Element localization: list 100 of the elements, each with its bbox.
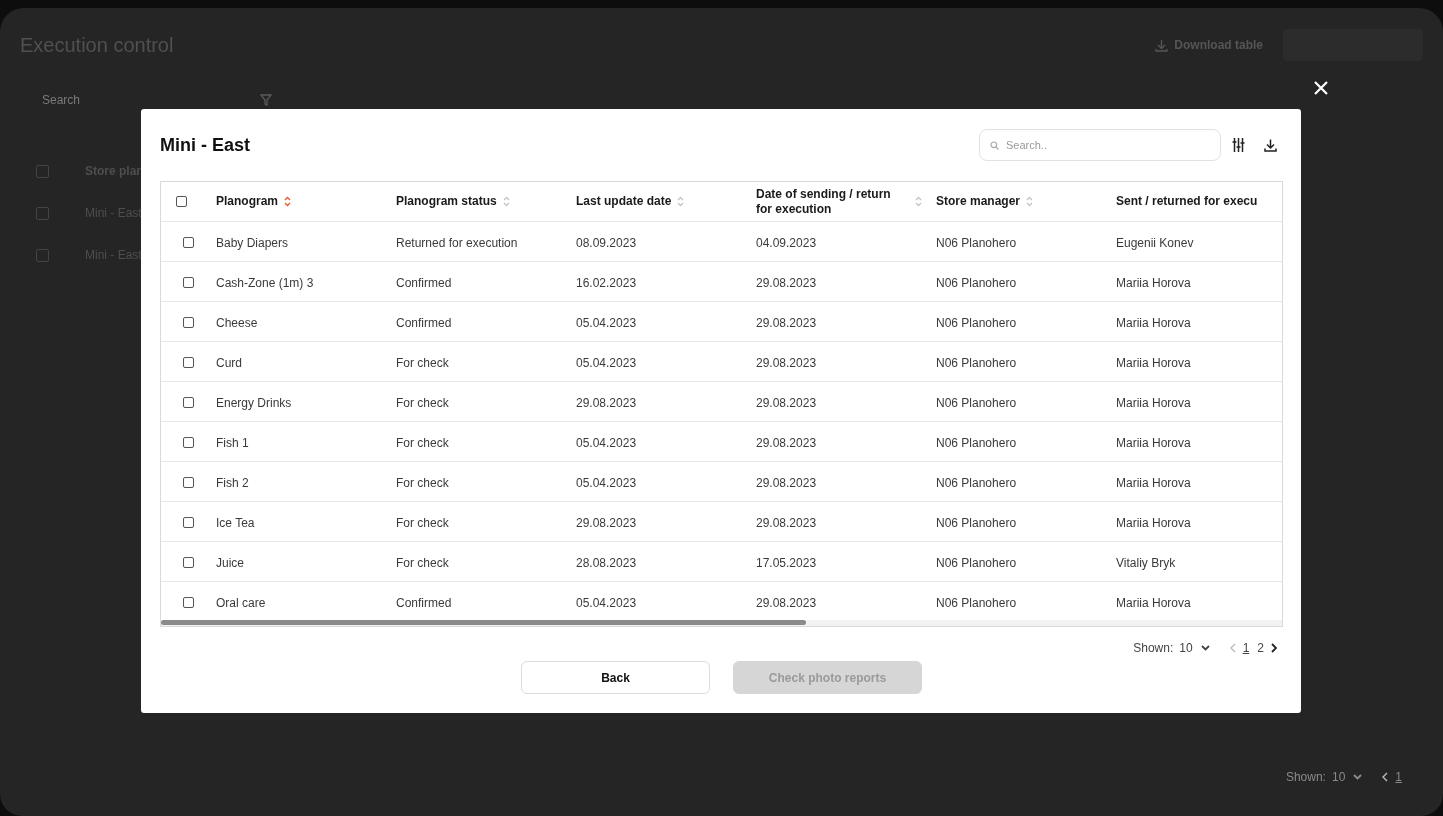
table-cell: Fish 2 (216, 475, 249, 490)
download-icon (1155, 38, 1169, 52)
table-cell: For check (396, 515, 449, 530)
table-cell: 17.05.2023 (756, 555, 817, 570)
table-cell: For check (396, 475, 449, 490)
page-size-select[interactable]: 10 (1179, 641, 1210, 655)
search-icon (990, 140, 999, 150)
column-header[interactable]: Sent / returned for execu (1116, 194, 1258, 209)
table-cell: 29.08.2023 (756, 315, 817, 330)
table-cell: N06 Planohero (936, 275, 1017, 290)
table-cell: Eugenii Konev (1116, 235, 1194, 250)
table-cell: 05.04.2023 (576, 475, 637, 490)
table-cell: Cheese (216, 315, 258, 330)
close-icon[interactable] (1313, 80, 1329, 96)
table-cell: Mariia Horova (1116, 435, 1191, 450)
chevron-down-icon (1353, 774, 1363, 780)
checkbox[interactable] (183, 357, 194, 368)
table-cell: Mariia Horova (1116, 275, 1191, 290)
table-cell: Cash-Zone (1m) 3 (216, 275, 314, 290)
table-cell: For check (396, 395, 449, 410)
table-cell: Mariia Horova (1116, 395, 1191, 410)
table-cell: N06 Planohero (936, 435, 1017, 450)
chevron-down-icon (1200, 645, 1210, 651)
page-link[interactable]: 2 (1256, 641, 1265, 655)
table-cell: N06 Planohero (936, 595, 1017, 610)
page-link[interactable]: 1 (1241, 641, 1251, 655)
table-cell: Fish 1 (216, 435, 249, 450)
checkbox[interactable] (183, 277, 194, 288)
table-cell: 29.08.2023 (756, 475, 817, 490)
table-cell: Energy Drinks (216, 395, 292, 410)
table-cell: 29.08.2023 (756, 435, 817, 450)
table-cell: N06 Planohero (936, 355, 1017, 370)
checkbox[interactable] (183, 597, 194, 608)
table-cell: N06 Planohero (936, 475, 1017, 490)
table-cell: 29.08.2023 (576, 515, 637, 530)
column-header[interactable]: Planogram status (396, 194, 497, 209)
table-cell: N06 Planohero (936, 315, 1017, 330)
table-cell: 29.08.2023 (756, 515, 817, 530)
table-cell: 29.08.2023 (756, 355, 817, 370)
table-cell: 29.08.2023 (756, 395, 817, 410)
table-cell: Ice Tea (216, 515, 255, 530)
table-cell: Baby Diapers (216, 235, 289, 250)
search-placeholder: Search.. (1006, 139, 1047, 151)
sliders-icon[interactable] (1232, 138, 1245, 152)
table-cell: N06 Planohero (936, 515, 1017, 530)
download-icon[interactable] (1264, 138, 1277, 152)
table-cell: Confirmed (396, 275, 452, 290)
checkbox[interactable] (183, 477, 194, 488)
column-header[interactable]: Planogram (216, 194, 278, 209)
table-cell: N06 Planohero (936, 235, 1017, 250)
column-header[interactable]: Store manager (936, 194, 1021, 209)
modal-title: Mini - East (160, 134, 251, 156)
checkbox[interactable] (36, 206, 49, 220)
table-cell: Confirmed (396, 595, 452, 610)
checkbox[interactable] (183, 237, 194, 248)
table-cell: 28.08.2023 (576, 555, 637, 570)
table-cell: For check (396, 555, 449, 570)
checkbox[interactable] (36, 248, 49, 262)
table-cell: 05.04.2023 (576, 315, 637, 330)
page-size-select[interactable]: 10 (1331, 770, 1363, 784)
table-cell: 29.08.2023 (576, 395, 637, 410)
table-cell: 16.02.2023 (576, 275, 637, 290)
shown-label: Shown: (1133, 641, 1174, 655)
column-header[interactable]: Last update date (576, 194, 672, 209)
table-cell: Mariia Horova (1116, 315, 1191, 330)
table-cell: 05.04.2023 (576, 355, 637, 370)
table-cell: 08.09.2023 (576, 235, 637, 250)
sort-icon[interactable] (284, 196, 291, 207)
chevron-left-icon[interactable] (1382, 772, 1389, 782)
chevron-right-icon[interactable] (1271, 643, 1277, 653)
table-cell: Returned for execution (396, 235, 518, 250)
table-cell: For check (396, 355, 449, 370)
checkbox[interactable] (183, 397, 194, 408)
page-link[interactable]: 1 (1394, 770, 1403, 784)
table-cell: Mariia Horova (1116, 595, 1191, 610)
table-cell: Vitaliy Bryk (1116, 555, 1176, 570)
table-cell: For check (396, 435, 449, 450)
shown-label: Shown: (1285, 770, 1326, 784)
table-cell: 29.08.2023 (756, 595, 817, 610)
checkbox[interactable] (183, 517, 194, 528)
table-cell: Oral care (216, 595, 266, 610)
scrollbar-thumb[interactable] (161, 620, 806, 625)
table-cell: N06 Planohero (936, 555, 1017, 570)
table-cell: Mariia Horova (1116, 355, 1191, 370)
table-cell: 05.04.2023 (576, 595, 637, 610)
checkbox[interactable] (36, 164, 49, 178)
action-button[interactable]: Back (521, 661, 710, 694)
table-cell: Confirmed (396, 315, 452, 330)
checkbox[interactable] (176, 196, 187, 207)
table-cell: Juice (216, 555, 244, 570)
checkbox[interactable] (183, 437, 194, 448)
table-cell: 05.04.2023 (576, 435, 637, 450)
table-cell: Mariia Horova (1116, 515, 1191, 530)
table-cell: 04.09.2023 (756, 235, 817, 250)
checkbox[interactable] (183, 557, 194, 568)
table-cell: Mariia Horova (1116, 475, 1191, 490)
search-field[interactable]: Search (42, 93, 81, 107)
table-cell: Curd (216, 355, 242, 370)
checkbox[interactable] (183, 317, 194, 328)
column-header[interactable]: Date of sending / return for execution (756, 186, 909, 217)
